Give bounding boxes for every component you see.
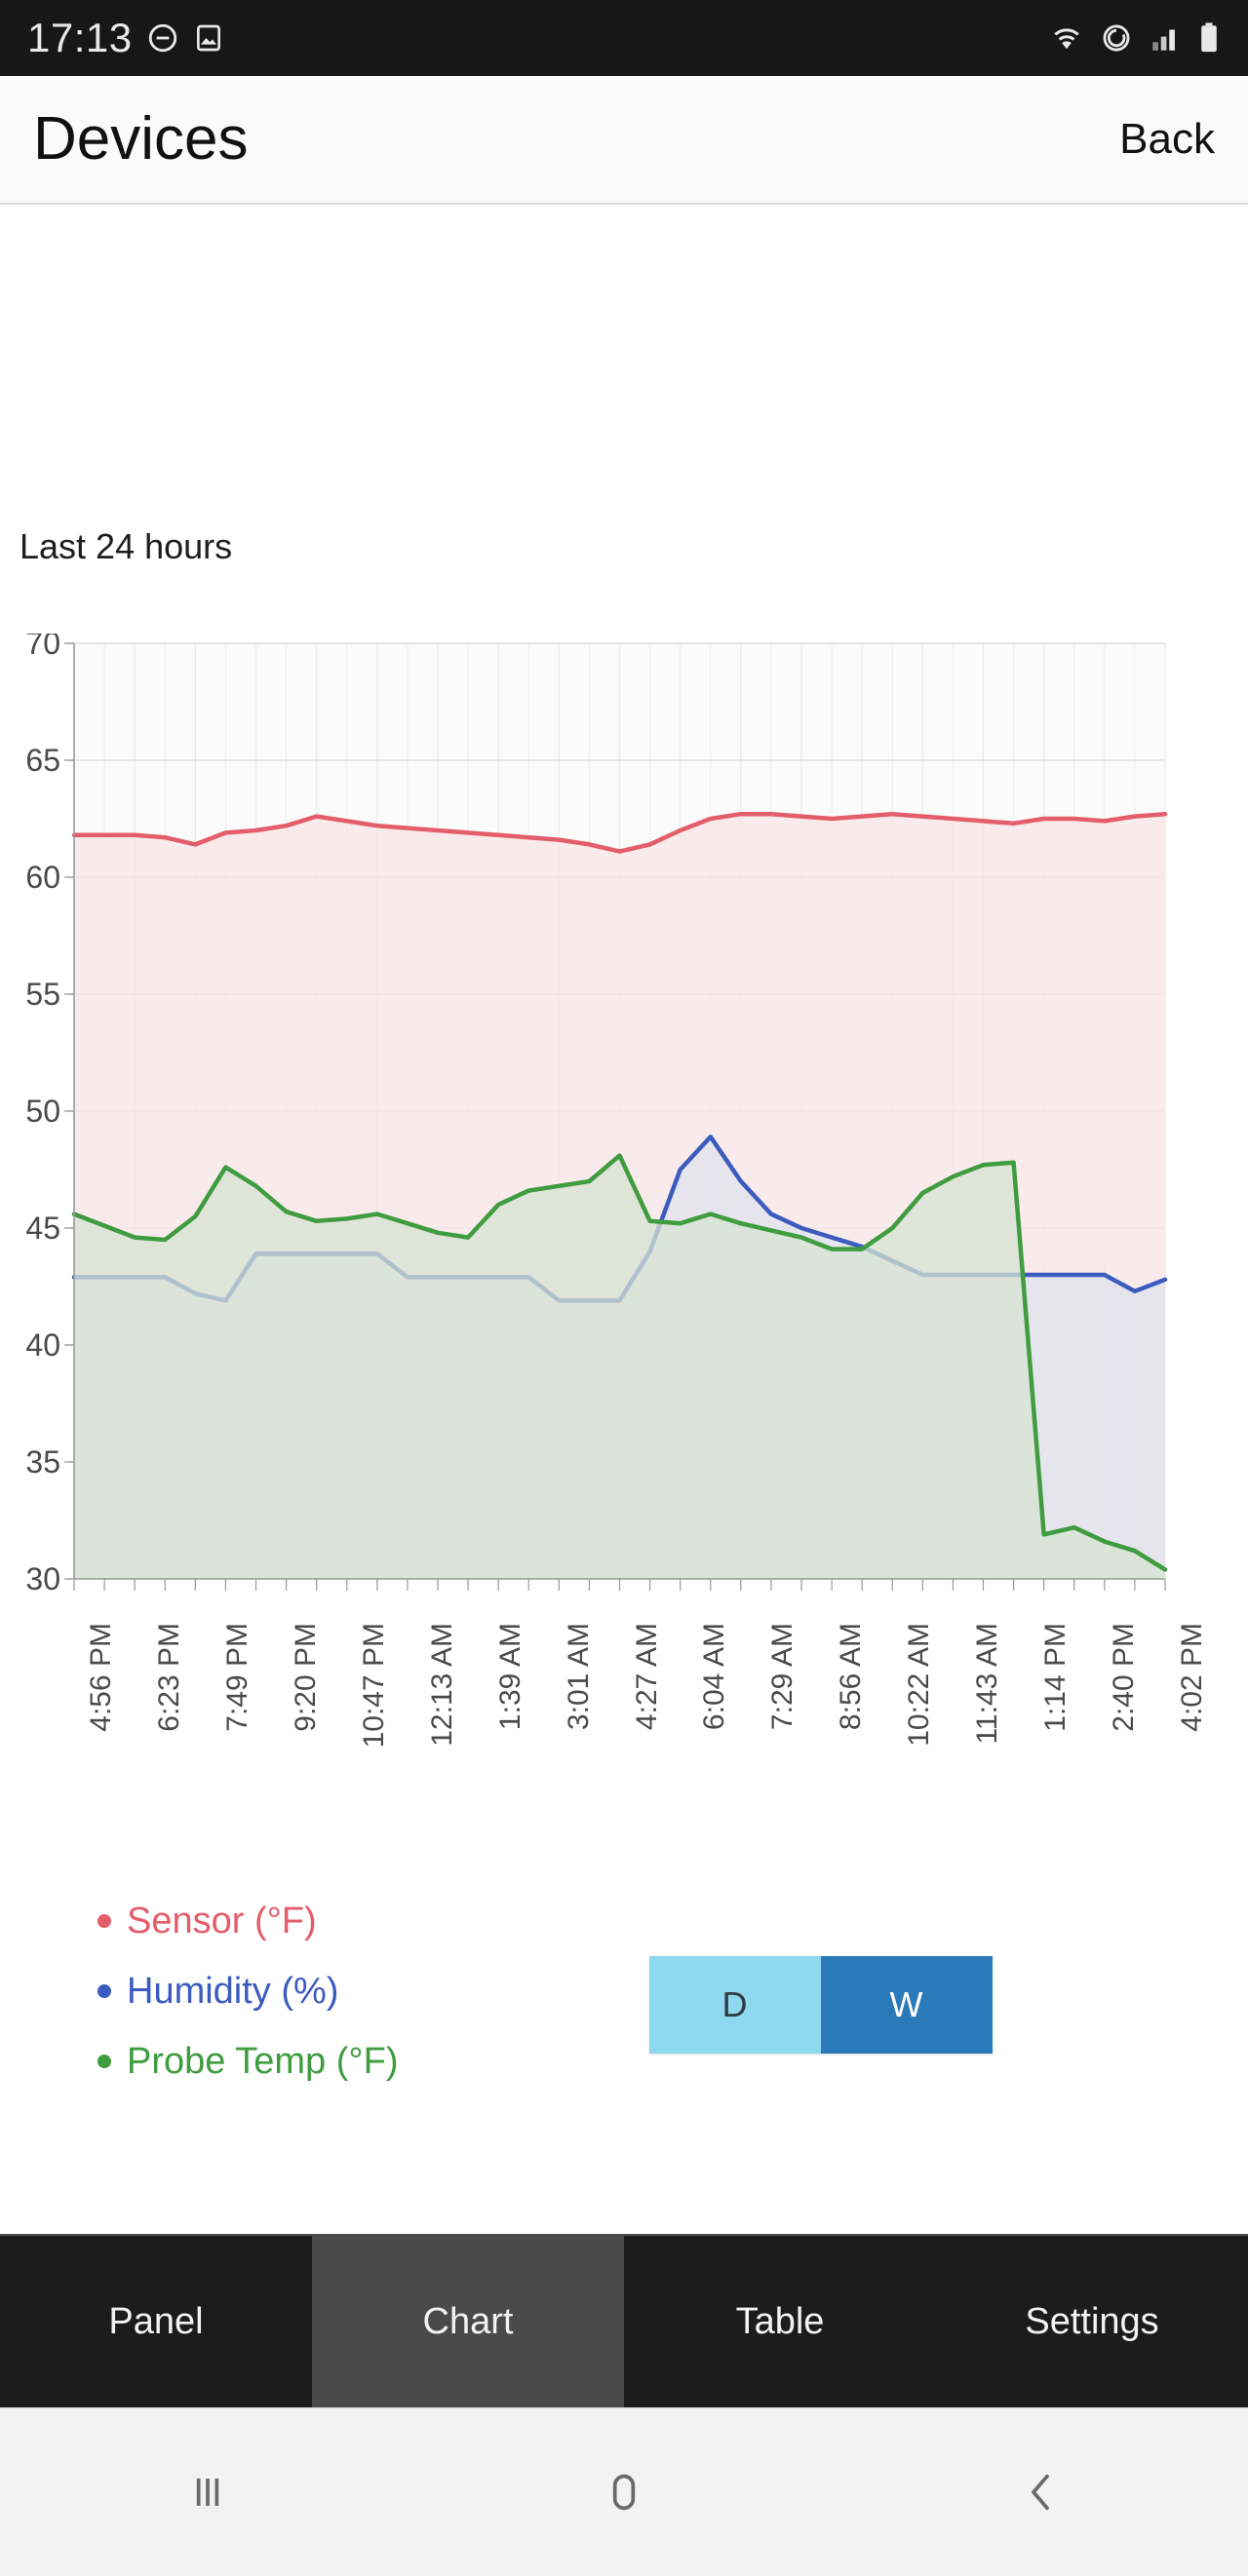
chart-x-tick-label: 1:39 AM [493,1623,526,1731]
back-icon[interactable] [943,2434,1138,2551]
app-root: 17:13 Devices Back Last 24 hours 30 35 4… [0,0,1248,2576]
legend-item[interactable]: Humidity (%) [98,1956,398,2026]
do-not-disturb-icon [146,21,179,55]
status-bar: 17:13 [0,0,1248,76]
history-chart[interactable]: 30 35 40 45 50 55 60 65 70 [0,634,1248,1608]
signal-icon [1149,23,1182,53]
chart-y-tick-label: 40 [25,1327,60,1363]
chart-x-tick-label: 6:04 AM [698,1623,731,1731]
chart-x-tick-label: 12:13 AM [425,1623,458,1747]
chart-x-tick-label: 7:49 PM [220,1623,254,1732]
chart-x-tick-label: 4:27 AM [630,1623,663,1731]
legend-item[interactable]: Sensor (°F) [98,1886,398,1956]
chart-y-tick-label: 60 [25,860,60,895]
chart-x-tick-label: 10:22 AM [903,1623,936,1747]
chart-x-tick-label: 2:40 PM [1108,1623,1141,1732]
back-button[interactable]: Back [1119,118,1215,161]
legend-dot-icon [98,1914,111,1928]
legend-item-label: Sensor (°F) [127,1901,317,1942]
legend-item[interactable]: Probe Temp (°F) [98,2026,398,2096]
wifi-icon [1049,23,1084,53]
legend-item-label: Probe Temp (°F) [127,2041,399,2082]
chart-y-tick-label: 65 [25,743,60,778]
recents-icon[interactable] [110,2434,305,2551]
legend-dot-icon [98,2055,111,2068]
range-label: Last 24 hours [20,526,233,566]
chart-y-tick-label: 45 [25,1211,60,1246]
chart-x-tick-label: 4:56 PM [85,1623,117,1732]
status-bar-left: 17:13 [27,18,224,58]
tab-table[interactable]: Table [624,2236,936,2407]
chart-x-tick-label: 3:01 AM [562,1623,595,1731]
sync-icon [1100,21,1133,55]
chart-x-tick-label: 4:02 PM [1176,1623,1208,1732]
tab-panel[interactable]: Panel [0,2236,312,2407]
chart-x-tick-label: 1:14 PM [1039,1623,1072,1732]
range-toggle-option-d[interactable]: D [649,1956,821,2054]
tab-settings[interactable]: Settings [936,2236,1248,2407]
legend-item-label: Humidity (%) [127,1971,339,2012]
bottom-tab-bar[interactable]: Panel Chart Table Settings [0,2234,1248,2407]
range-toggle-option-w[interactable]: W [821,1956,993,2054]
range-toggle[interactable]: DW [649,1956,993,2054]
chart-legend: Sensor (°F) Humidity (%) Probe Temp (°F) [98,1886,398,2096]
home-icon[interactable] [526,2434,722,2551]
chart-x-tick-label: 9:20 PM [289,1623,322,1732]
chart-x-tick-label: 7:29 AM [766,1623,800,1731]
tab-chart[interactable]: Chart [312,2236,624,2407]
screenshot-icon [193,21,224,55]
page-title: Devices [33,105,249,173]
status-bar-right [1049,21,1221,55]
chart-x-tick-label: 11:43 AM [971,1623,1004,1745]
chart-y-tick-label: 70 [25,634,60,661]
legend-dot-icon [98,1984,111,1998]
content-area: Last 24 hours 30 35 40 45 50 55 60 65 70 4:56 PM… [0,205,1248,2234]
chart-y-tick-label: 30 [25,1561,60,1596]
chart-area-probe-temp-f [74,1155,1165,1579]
chart-y-tick-label: 55 [25,977,60,1012]
app-header: Devices Back [0,76,1248,205]
chart-x-axis-labels: 4:56 PM 6:23 PM 7:49 PM 9:20 PM 10:47 PM 12:1… [0,1623,1248,1837]
status-bar-clock: 17:13 [27,15,133,60]
chart-x-tick-label: 10:47 PM [357,1623,390,1749]
chart-y-tick-label: 35 [25,1444,60,1480]
android-nav-bar[interactable] [0,2407,1248,2576]
chart-x-tick-label: 8:56 AM [835,1623,868,1731]
chart-canvas[interactable]: 30 35 40 45 50 55 60 65 70 [0,634,1248,1608]
chart-x-tick-label: 6:23 PM [152,1623,185,1732]
chart-y-tick-label: 50 [25,1094,60,1129]
battery-icon [1197,21,1221,55]
